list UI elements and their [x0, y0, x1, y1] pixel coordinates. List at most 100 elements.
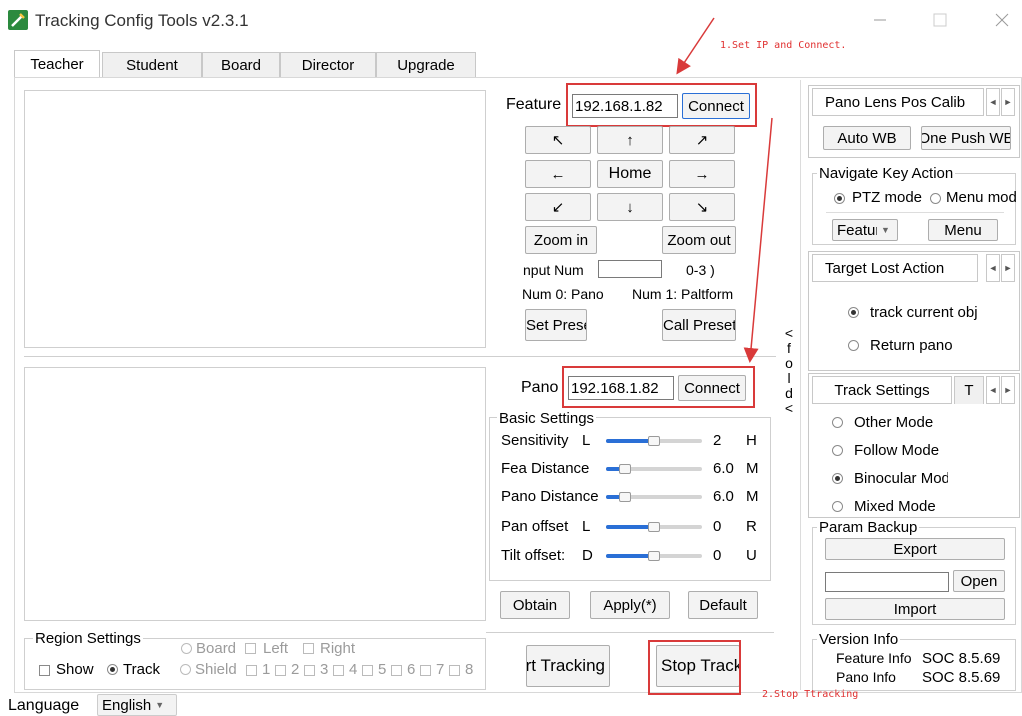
track-mode-radio[interactable] — [832, 445, 843, 456]
track-radio[interactable] — [107, 664, 118, 675]
pan-up-left-button[interactable]: ↖ — [525, 126, 591, 154]
tab-scroll-right-icon[interactable]: ► — [1001, 376, 1015, 404]
pan-left-button[interactable]: ← — [525, 160, 591, 188]
tab-scroll-left-icon[interactable]: ◄ — [986, 376, 1000, 404]
apply-button[interactable]: Apply(*) — [590, 591, 670, 619]
menu-button[interactable]: Menu — [928, 219, 998, 241]
fold-char: f — [787, 340, 791, 356]
track-mode-label: Mixed Mode — [854, 498, 936, 515]
set-preset-button[interactable]: Set Preset — [525, 309, 587, 341]
region-number-checkbox[interactable] — [333, 665, 344, 676]
left-checkbox-label: Left — [263, 640, 289, 657]
left-checkbox[interactable] — [245, 643, 256, 654]
close-icon[interactable] — [990, 10, 1014, 30]
slider-thumb[interactable] — [648, 436, 660, 446]
home-button[interactable]: Home — [597, 160, 663, 188]
show-checkbox[interactable] — [39, 665, 50, 676]
fold-char: l — [787, 370, 791, 386]
slider-thumb[interactable] — [619, 464, 631, 474]
param-backup-title: Param Backup — [817, 519, 920, 536]
return-pano-radio[interactable] — [848, 340, 859, 351]
chevron-down-icon: ▼ — [881, 225, 890, 235]
region-number-checkbox[interactable] — [275, 665, 286, 676]
track-current-radio[interactable] — [848, 307, 859, 318]
obtain-button[interactable]: Obtain — [500, 591, 570, 619]
slider-value: 0 — [713, 547, 722, 564]
auto-wb-button[interactable]: Auto WB — [823, 126, 911, 150]
start-tracking-button[interactable]: Start Tracking — [526, 645, 610, 687]
open-button[interactable]: Open — [953, 570, 1005, 592]
tab-board[interactable]: Board — [202, 52, 280, 77]
zoom-in-button[interactable]: Zoom in — [525, 226, 597, 254]
chevron-down-icon: ▼ — [155, 700, 165, 710]
board-radio-label: Board — [196, 640, 237, 657]
track-mode-radio[interactable] — [832, 473, 843, 484]
default-button[interactable]: Default — [688, 591, 758, 619]
pan-right-button[interactable]: → — [669, 160, 735, 188]
import-button[interactable]: Import — [825, 598, 1005, 620]
tab-scroll-right-icon[interactable]: ► — [1001, 254, 1015, 282]
tab-target-lost[interactable]: Target Lost Action — [812, 254, 978, 282]
slider-fill — [606, 554, 654, 558]
maximize-icon[interactable] — [928, 10, 952, 30]
region-number-checkbox[interactable] — [420, 665, 431, 676]
menu-mode-radio[interactable] — [930, 193, 941, 204]
slider-label: Fea Distance — [501, 460, 590, 477]
fold-char: < — [784, 325, 794, 341]
backup-file-input[interactable] — [825, 572, 949, 592]
slider-thumb[interactable] — [619, 492, 631, 502]
tab-upgrade[interactable]: Upgrade — [376, 52, 476, 77]
basic-settings-title: Basic Settings — [497, 410, 597, 427]
minimize-icon[interactable] — [868, 10, 892, 30]
pan-up-right-button[interactable]: ↗ — [669, 126, 735, 154]
tab-track-settings-2[interactable]: T — [954, 376, 984, 404]
zoom-out-button[interactable]: Zoom out — [662, 226, 736, 254]
region-number-checkbox[interactable] — [304, 665, 315, 676]
num0-label: Num 0: Pano — [522, 286, 604, 302]
input-num-label: nput Num — [523, 262, 584, 278]
fold-toggle[interactable]: < f o l d < — [782, 326, 796, 448]
right-checkbox[interactable] — [303, 643, 314, 654]
preset-number-input[interactable] — [598, 260, 662, 278]
board-radio[interactable] — [181, 643, 192, 654]
region-settings-title: Region Settings — [33, 630, 143, 647]
navigate-key-title: Navigate Key Action — [817, 165, 956, 182]
pano-label: Pano — [521, 379, 559, 396]
slider-fill — [606, 525, 654, 529]
pan-down-button[interactable]: ↓ — [597, 193, 663, 221]
slider-max-label: R — [746, 518, 757, 535]
tab-lens-calib[interactable]: Pano Lens Pos Calib — [812, 88, 984, 116]
region-number-checkbox[interactable] — [246, 665, 257, 676]
feature-select-dropdown[interactable]: Feature ▼ — [832, 219, 898, 241]
tab-student[interactable]: Student — [102, 52, 202, 77]
pan-down-left-button[interactable]: ↙ — [525, 193, 591, 221]
feature-version-label: Feature Info — [836, 650, 912, 666]
slider-max-label: H — [746, 432, 757, 449]
tab-director[interactable]: Director — [280, 52, 376, 77]
call-preset-button[interactable]: Call Preset — [662, 309, 736, 341]
fold-char: d — [785, 385, 793, 401]
one-push-wb-button[interactable]: One Push WB — [921, 126, 1011, 150]
shield-radio[interactable] — [180, 664, 191, 675]
region-number-checkbox[interactable] — [362, 665, 373, 676]
pan-down-right-button[interactable]: ↘ — [669, 193, 735, 221]
language-select[interactable]: English ▼ — [97, 694, 177, 716]
tab-scroll-right-icon[interactable]: ► — [1001, 88, 1015, 116]
slider-label: Tilt offset: — [501, 547, 566, 564]
annotation-box-feature — [566, 83, 757, 127]
slider-thumb[interactable] — [648, 551, 660, 561]
export-button[interactable]: Export — [825, 538, 1005, 560]
slider-thumb[interactable] — [648, 522, 660, 532]
region-number-checkbox[interactable] — [449, 665, 460, 676]
preset-range-label: 0-3 ) — [686, 262, 715, 278]
track-mode-radio[interactable] — [832, 417, 843, 428]
tab-teacher[interactable]: Teacher — [14, 50, 100, 78]
pan-up-button[interactable]: ↑ — [597, 126, 663, 154]
region-number-checkbox[interactable] — [391, 665, 402, 676]
ptz-mode-radio[interactable] — [834, 193, 845, 204]
tab-scroll-left-icon[interactable]: ◄ — [986, 88, 1000, 116]
tab-scroll-left-icon[interactable]: ◄ — [986, 254, 1000, 282]
num1-label: Num 1: Paltform — [632, 286, 734, 302]
track-mode-radio[interactable] — [832, 501, 843, 512]
tab-track-settings[interactable]: Track Settings — [812, 376, 952, 404]
